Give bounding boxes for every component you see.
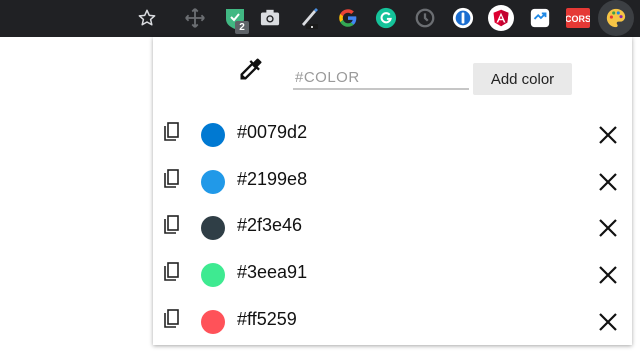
color-row: #2f3e46	[153, 205, 632, 249]
remove-color-icon[interactable]	[598, 312, 618, 332]
color-swatch	[201, 170, 225, 194]
pen-icon[interactable]	[296, 5, 322, 31]
color-swatch	[201, 123, 225, 147]
remove-color-icon[interactable]	[598, 125, 618, 145]
one-password-icon[interactable]	[450, 5, 476, 31]
color-input[interactable]	[293, 64, 469, 90]
color-hex: #2f3e46	[237, 215, 303, 235]
copy-icon[interactable]	[162, 169, 180, 191]
color-row: #0079d2	[153, 112, 632, 156]
remove-color-icon[interactable]	[598, 172, 618, 192]
cors-label: CORS	[566, 14, 590, 24]
color-hex: #3eea91	[237, 262, 308, 282]
pocket-extension-icon[interactable]	[527, 5, 553, 31]
camera-icon[interactable]	[257, 5, 283, 31]
eyedropper-button[interactable]	[237, 55, 265, 83]
angular-augury-icon[interactable]	[488, 5, 514, 31]
cors-icon[interactable]: CORS	[565, 5, 591, 31]
color-row: #2199e8	[153, 159, 632, 203]
color-row: #ff5259	[153, 299, 632, 343]
extension-badge: 2	[235, 21, 249, 34]
remove-color-icon[interactable]	[598, 265, 618, 285]
star-icon[interactable]	[134, 5, 160, 31]
color-picker-popup: Add color #0079d2 #2199e8 #2f3e46 #3eea9…	[153, 37, 632, 345]
google-icon[interactable]	[335, 5, 361, 31]
color-hex: #ff5259	[237, 309, 297, 329]
color-swatch	[201, 263, 225, 287]
color-palette-icon[interactable]	[598, 0, 634, 36]
color-swatch	[201, 310, 225, 334]
clock-icon[interactable]	[412, 5, 438, 31]
color-row: #3eea91	[153, 252, 632, 296]
color-swatch	[201, 216, 225, 240]
browser-toolbar: 2 CORS	[0, 0, 640, 37]
copy-icon[interactable]	[162, 309, 180, 331]
copy-icon[interactable]	[162, 215, 180, 237]
copy-icon[interactable]	[162, 262, 180, 284]
move-icon[interactable]	[182, 5, 208, 31]
eyedropper-icon	[240, 58, 262, 80]
color-hex: #0079d2	[237, 122, 308, 142]
remove-color-icon[interactable]	[598, 218, 618, 238]
copy-icon[interactable]	[162, 122, 180, 144]
color-hex: #2199e8	[237, 169, 308, 189]
grammarly-icon[interactable]	[373, 5, 399, 31]
add-color-button[interactable]: Add color	[473, 63, 572, 95]
